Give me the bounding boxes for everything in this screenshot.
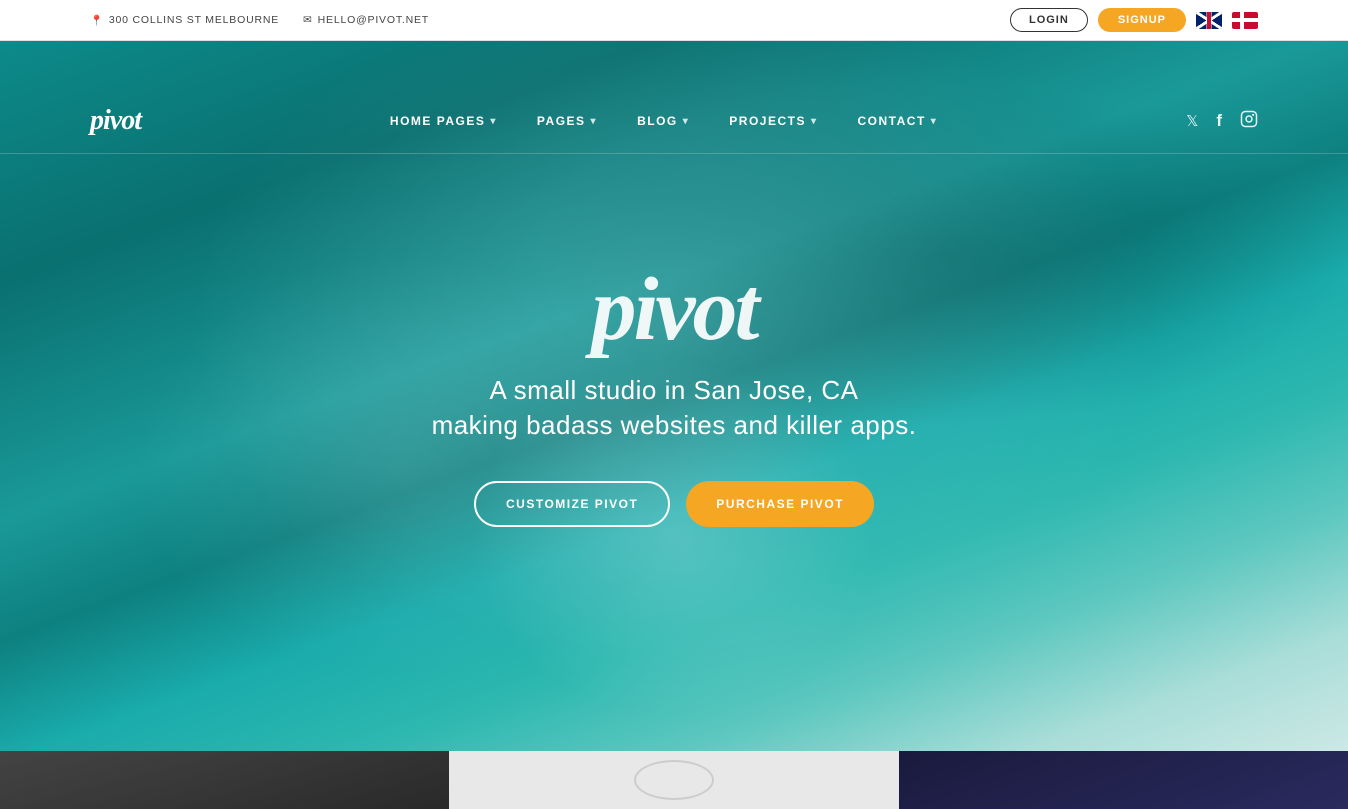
hero-content: pivot A small studio in San Jose, CA mak… xyxy=(432,265,917,527)
signup-button[interactable]: SIGNUP xyxy=(1098,8,1186,32)
nav-link-projects[interactable]: PROJECTS ▾ xyxy=(729,114,817,128)
nav-item-contact[interactable]: CONTACT ▾ xyxy=(858,114,938,128)
hero-tagline-line1: A small studio in San Jose, CA xyxy=(432,375,917,406)
customize-button[interactable]: CUSTOMIZE PIVOT xyxy=(474,481,670,527)
top-bar: 📍 300 COLLINS ST MELBOURNE ✉ HELLO@PIVOT… xyxy=(0,0,1348,41)
twitter-icon: 𝕏 xyxy=(1186,113,1198,130)
bottom-col-2 xyxy=(449,751,898,809)
nav-link-home-pages[interactable]: HOME PAGES ▾ xyxy=(390,114,497,128)
email-text: HELLO@PIVOT.NET xyxy=(318,14,429,26)
bottom-col-1 xyxy=(0,751,449,809)
twitter-link[interactable]: 𝕏 xyxy=(1186,112,1198,131)
email-icon: ✉ xyxy=(303,14,313,26)
chevron-icon: ▾ xyxy=(591,116,598,127)
purchase-button[interactable]: PURCHASE PIVOT xyxy=(686,481,874,527)
top-bar-contact: 📍 300 COLLINS ST MELBOURNE ✉ HELLO@PIVOT… xyxy=(90,14,429,27)
nav-link-contact[interactable]: CONTACT ▾ xyxy=(858,114,938,128)
chevron-icon: ▾ xyxy=(683,116,690,127)
facebook-link[interactable]: f xyxy=(1216,111,1222,131)
login-button[interactable]: LOGIN xyxy=(1010,8,1088,32)
instagram-icon xyxy=(1240,115,1258,132)
nav-item-blog[interactable]: BLOG ▾ xyxy=(637,114,689,128)
nav-link-blog[interactable]: BLOG ▾ xyxy=(637,114,689,128)
hero-tagline-line2: making badass websites and killer apps. xyxy=(432,410,917,441)
nav-menu: HOME PAGES ▾ PAGES ▾ BLOG ▾ PROJECTS xyxy=(390,114,937,128)
nav-item-home-pages[interactable]: HOME PAGES ▾ xyxy=(390,114,497,128)
navbar: pivot HOME PAGES ▾ PAGES ▾ BLOG ▾ xyxy=(0,89,1348,154)
bottom-strip xyxy=(0,751,1348,809)
instagram-link[interactable] xyxy=(1240,110,1258,133)
hero-section: pivot HOME PAGES ▾ PAGES ▾ BLOG ▾ xyxy=(0,41,1348,751)
location-icon: 📍 xyxy=(90,14,104,27)
nav-social: 𝕏 f xyxy=(1186,110,1258,133)
bottom-col-3 xyxy=(899,751,1348,809)
nav-item-pages[interactable]: PAGES ▾ xyxy=(537,114,597,128)
chevron-icon: ▾ xyxy=(931,116,938,127)
chevron-icon: ▾ xyxy=(811,116,818,127)
nav-item-projects[interactable]: PROJECTS ▾ xyxy=(729,114,817,128)
nav-link-pages[interactable]: PAGES ▾ xyxy=(537,114,597,128)
chevron-icon: ▾ xyxy=(490,116,497,127)
top-bar-actions: LOGIN SIGNUP xyxy=(1010,8,1258,32)
email-item: ✉ HELLO@PIVOT.NET xyxy=(303,14,429,26)
site-logo[interactable]: pivot xyxy=(90,105,141,137)
hero-buttons: CUSTOMIZE PIVOT PURCHASE PIVOT xyxy=(432,481,917,527)
address-item: 📍 300 COLLINS ST MELBOURNE xyxy=(90,14,279,27)
hero-logo: pivot xyxy=(432,265,917,355)
address-text: 300 COLLINS ST MELBOURNE xyxy=(109,14,279,26)
facebook-icon: f xyxy=(1216,111,1222,130)
flag-dk[interactable] xyxy=(1232,12,1258,29)
flag-uk[interactable] xyxy=(1196,12,1222,29)
